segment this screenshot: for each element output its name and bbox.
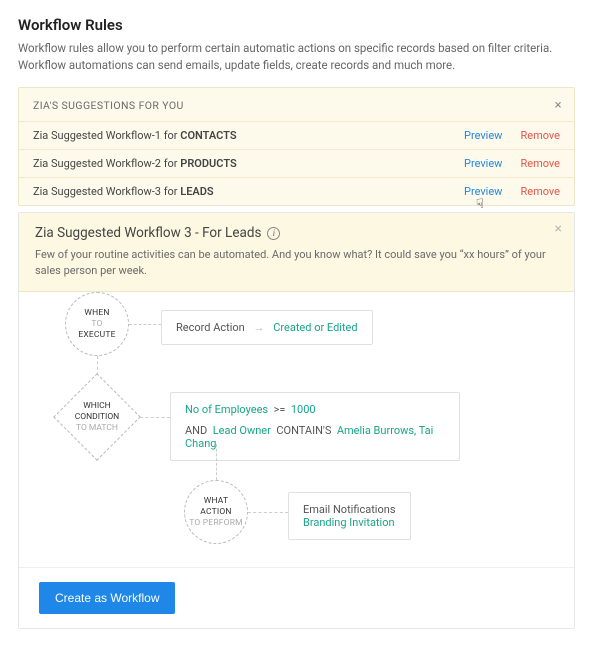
condition-field: No of Employees — [185, 403, 268, 416]
when-label: Record Action — [176, 321, 245, 334]
close-icon[interactable]: × — [555, 98, 562, 113]
condition-field: Lead Owner — [213, 424, 271, 437]
node-which: WHICH CONDITION TO MATCH — [66, 386, 128, 448]
condition-value: 1000 — [291, 403, 316, 416]
remove-link[interactable]: Remove — [520, 157, 560, 170]
condition-op: >= — [274, 403, 286, 416]
preview-link[interactable]: Preview — [464, 129, 502, 142]
suggestion-prefix: Zia Suggested Workflow-2 for — [33, 157, 180, 170]
arrow-right-icon: → — [254, 321, 265, 334]
node-what: WHAT ACTION TO PERFORM — [184, 480, 248, 544]
workflow-flow-diagram: WHEN TO EXECUTE Record Action → Created … — [19, 292, 574, 567]
pointer-cursor-icon: ☟ — [476, 197, 484, 212]
zia-suggestions-panel: ZIA'S SUGGESTIONS FOR YOU × Zia Suggeste… — [18, 87, 575, 206]
suggestion-module: CONTACTS — [180, 129, 236, 142]
when-value: Created or Edited — [273, 321, 357, 334]
zia-suggestions-heading: ZIA'S SUGGESTIONS FOR YOU — [33, 99, 184, 112]
action-template: Branding Invitation — [303, 516, 396, 529]
suggestion-prefix: Zia Suggested Workflow-1 for — [33, 129, 180, 142]
info-icon[interactable]: i — [267, 227, 280, 240]
page-description: Workflow rules allow you to perform cert… — [18, 40, 575, 73]
create-as-workflow-button[interactable]: Create as Workflow — [39, 582, 175, 614]
page-title: Workflow Rules — [18, 16, 575, 34]
suggestion-module: LEADS — [180, 185, 213, 198]
preview-link[interactable]: Preview ☟ — [464, 185, 502, 198]
action-card: Email Notifications Branding Invitation — [288, 492, 411, 540]
zia-suggestion-row: Zia Suggested Workflow-3 for LEADS Previ… — [19, 177, 574, 205]
preview-link[interactable]: Preview — [464, 157, 502, 170]
detail-title: Zia Suggested Workflow 3 - For Leads — [35, 225, 261, 241]
zia-suggestion-row: Zia Suggested Workflow-1 for CONTACTS Pr… — [19, 121, 574, 149]
condition-conj: AND — [185, 424, 207, 437]
remove-link[interactable]: Remove — [520, 129, 560, 142]
suggestion-prefix: Zia Suggested Workflow-3 for — [33, 185, 180, 198]
zia-suggestion-row: Zia Suggested Workflow-2 for PRODUCTS Pr… — [19, 149, 574, 177]
close-icon[interactable]: × — [555, 221, 562, 237]
remove-link[interactable]: Remove — [520, 185, 560, 198]
suggestion-module: PRODUCTS — [180, 157, 236, 170]
action-type: Email Notifications — [303, 503, 396, 516]
workflow-detail-panel: Zia Suggested Workflow 3 - For Leads i F… — [18, 212, 575, 629]
detail-subtitle: Few of your routine activities can be au… — [35, 247, 558, 279]
condition-op: CONTAIN'S — [276, 424, 331, 437]
when-card: Record Action → Created or Edited — [161, 310, 373, 345]
condition-card: No of Employees >= 1000 AND Lead Owner C… — [170, 392, 460, 461]
node-when: WHEN TO EXECUTE — [65, 292, 129, 356]
